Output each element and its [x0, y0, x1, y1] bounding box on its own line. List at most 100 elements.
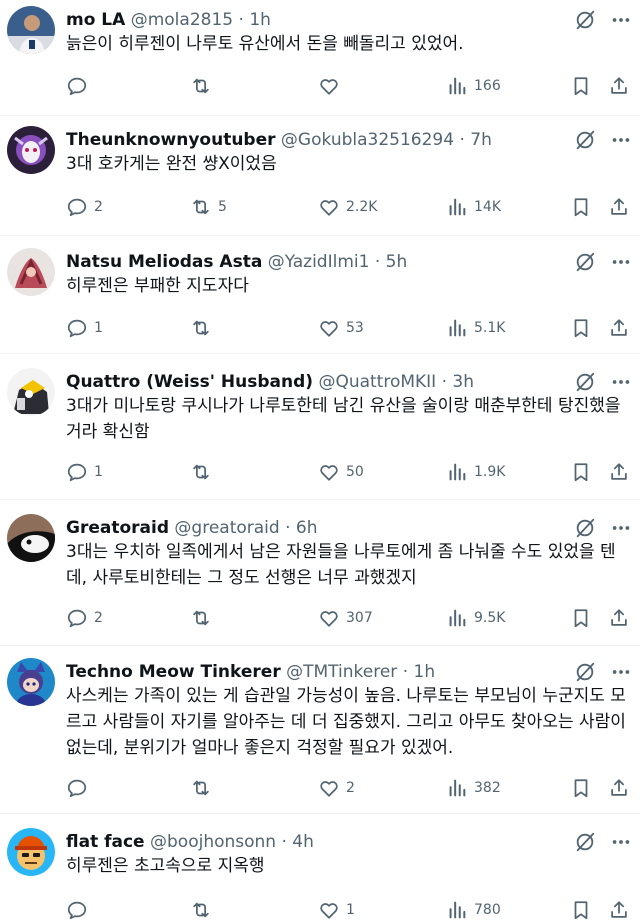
retweet-button[interactable]: 5 — [190, 196, 227, 218]
display-name[interactable]: Quattro (Weiss' Husband) — [66, 372, 313, 392]
retweet-button[interactable] — [190, 777, 218, 799]
more-icon[interactable] — [610, 251, 632, 273]
timestamp[interactable]: 6h — [296, 518, 318, 538]
avatar[interactable] — [7, 126, 55, 174]
timestamp[interactable]: 5h — [386, 252, 408, 272]
like-button[interactable]: 1 — [318, 899, 355, 921]
reply-button[interactable] — [66, 777, 94, 799]
views-button[interactable]: 5.1K — [446, 317, 505, 339]
separator: · — [397, 662, 414, 682]
bookmark-button[interactable] — [570, 317, 592, 339]
views-button[interactable]: 9.5K — [446, 607, 505, 629]
display-name[interactable]: flat face — [66, 832, 145, 852]
share-icon — [608, 461, 630, 483]
handle[interactable]: @YazidIlmi1 — [268, 252, 370, 272]
reply-icon — [66, 777, 88, 799]
avatar[interactable] — [7, 658, 55, 706]
views-button[interactable]: 780 — [446, 899, 501, 921]
avatar[interactable] — [7, 368, 55, 416]
like-button[interactable]: 2 — [318, 777, 355, 799]
grok-icon[interactable] — [574, 371, 596, 393]
grok-icon[interactable] — [574, 661, 596, 683]
reply-button[interactable]: 2 — [66, 196, 103, 218]
retweet-button[interactable] — [190, 317, 218, 339]
share-button[interactable] — [608, 196, 630, 218]
bookmark-button[interactable] — [570, 75, 592, 97]
like-button[interactable]: 50 — [318, 461, 364, 483]
handle[interactable]: @mola2815 — [131, 10, 233, 30]
bookmark-button[interactable] — [570, 607, 592, 629]
timestamp[interactable]: 1h — [414, 662, 436, 682]
tweet-top-actions — [574, 516, 632, 540]
avatar[interactable] — [7, 6, 55, 54]
reply-button[interactable] — [66, 899, 94, 921]
like-button[interactable] — [318, 75, 346, 97]
retweet-button[interactable] — [190, 607, 218, 629]
share-button[interactable] — [608, 777, 630, 799]
display-name[interactable]: Greatoraid — [66, 518, 169, 538]
share-button[interactable] — [608, 317, 630, 339]
retweet-button[interactable] — [190, 75, 218, 97]
reply-button[interactable]: 1 — [66, 317, 103, 339]
bookmark-button[interactable] — [570, 899, 592, 921]
tweet-header: Quattro (Weiss' Husband) @QuattroMKII · … — [66, 370, 570, 394]
separator: · — [436, 372, 453, 392]
display-name[interactable]: Techno Meow Tinkerer — [66, 662, 281, 682]
reply-button[interactable]: 2 — [66, 607, 103, 629]
tweet[interactable]: Theunknownyoutuber @Gokubla32516294 · 7h… — [0, 120, 640, 236]
action-bar: 1 53 5.1K — [66, 315, 632, 341]
share-button[interactable] — [608, 75, 630, 97]
more-icon[interactable] — [610, 9, 632, 31]
grok-icon[interactable] — [574, 251, 596, 273]
tweet[interactable]: mo LA @mola2815 · 1h 늙은이 히루젠이 나루토 유산에서 돈… — [0, 0, 640, 116]
display-name[interactable]: mo LA — [66, 10, 125, 30]
avatar[interactable] — [7, 828, 55, 876]
grok-icon[interactable] — [574, 517, 596, 539]
reply-button[interactable]: 1 — [66, 461, 103, 483]
timestamp[interactable]: 3h — [452, 372, 474, 392]
bookmark-button[interactable] — [570, 461, 592, 483]
grok-icon[interactable] — [574, 831, 596, 853]
handle[interactable]: @boojhonsonn — [150, 832, 276, 852]
tweet[interactable]: Greatoraid @greatoraid · 6h 3대는 우치하 일족에게… — [0, 508, 640, 646]
views-button[interactable]: 14K — [446, 196, 501, 218]
share-button[interactable] — [608, 899, 630, 921]
action-bar: 166 — [66, 73, 632, 99]
handle[interactable]: @TMTinkerer — [286, 662, 397, 682]
tweet-text: 늙은이 히루젠이 나루토 유산에서 돈을 빼돌리고 있었어. — [66, 34, 464, 54]
like-button[interactable]: 2.2K — [318, 196, 377, 218]
more-icon[interactable] — [610, 371, 632, 393]
retweet-button[interactable] — [190, 899, 218, 921]
tweet[interactable]: flat face @boojhonsonn · 4h 히루젠은 초고속으로 지… — [0, 822, 640, 924]
timestamp[interactable]: 1h — [249, 10, 271, 30]
share-button[interactable] — [608, 607, 630, 629]
avatar[interactable] — [7, 514, 55, 562]
handle[interactable]: @greatoraid — [174, 518, 279, 538]
more-icon[interactable] — [610, 661, 632, 683]
views-button[interactable]: 166 — [446, 75, 501, 97]
like-button[interactable]: 53 — [318, 317, 364, 339]
retweet-button[interactable] — [190, 461, 218, 483]
share-button[interactable] — [608, 461, 630, 483]
bookmark-button[interactable] — [570, 196, 592, 218]
grok-icon[interactable] — [574, 9, 596, 31]
views-button[interactable]: 382 — [446, 777, 501, 799]
views-button[interactable]: 1.9K — [446, 461, 505, 483]
tweet[interactable]: Quattro (Weiss' Husband) @QuattroMKII · … — [0, 362, 640, 500]
reply-button[interactable] — [66, 75, 94, 97]
more-icon[interactable] — [610, 831, 632, 853]
timestamp[interactable]: 7h — [470, 130, 492, 150]
handle[interactable]: @Gokubla32516294 — [281, 130, 454, 150]
tweet[interactable]: Natsu Meliodas Asta @YazidIlmi1 · 5h 히루젠… — [0, 242, 640, 354]
bookmark-button[interactable] — [570, 777, 592, 799]
handle[interactable]: @QuattroMKII — [318, 372, 436, 392]
more-icon[interactable] — [610, 129, 632, 151]
grok-icon[interactable] — [574, 129, 596, 151]
timestamp[interactable]: 4h — [292, 832, 314, 852]
display-name[interactable]: Theunknownyoutuber — [66, 130, 276, 150]
display-name[interactable]: Natsu Meliodas Asta — [66, 252, 262, 272]
tweet[interactable]: Techno Meow Tinkerer @TMTinkerer · 1h 사스… — [0, 652, 640, 814]
like-button[interactable]: 307 — [318, 607, 373, 629]
more-icon[interactable] — [610, 517, 632, 539]
avatar[interactable] — [7, 248, 55, 296]
